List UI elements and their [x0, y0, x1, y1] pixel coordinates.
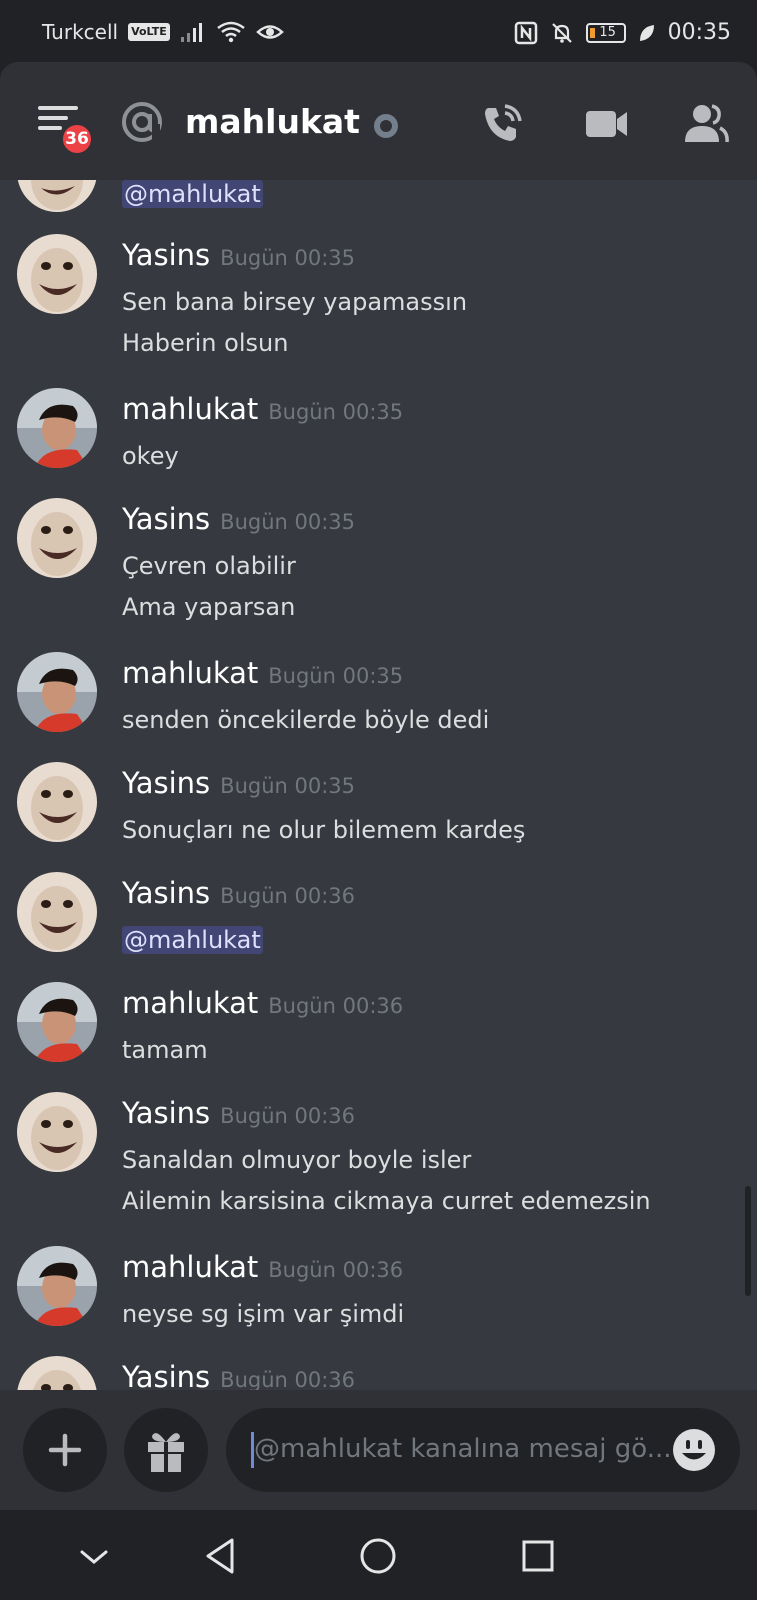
- message-author[interactable]: mahlukat Bugün 00:35: [122, 656, 403, 690]
- status-idle-icon: [374, 114, 398, 138]
- message-author[interactable]: Yasins Bugün 00:35: [122, 502, 355, 536]
- plus-icon: [48, 1433, 82, 1467]
- video-call-icon[interactable]: [582, 100, 630, 148]
- emoji-icon[interactable]: [672, 1428, 716, 1472]
- gift-icon: [148, 1433, 184, 1472]
- carrier-label: Turkcell: [42, 20, 119, 44]
- status-clock: 00:35: [667, 20, 731, 45]
- signal-icon: [180, 23, 202, 42]
- channel-title: mahlukat: [185, 102, 360, 141]
- battery-indicator: 15: [585, 22, 626, 43]
- message-author[interactable]: Yasins Bugün 00:36: [122, 1360, 355, 1390]
- message-timestamp: Bugün 00:36: [220, 1104, 356, 1128]
- message-line: Ama yaparsan: [122, 593, 296, 621]
- message-line: @mahlukat: [122, 180, 263, 208]
- status-bar: Turkcell VoLTE 15 00:35: [0, 0, 757, 64]
- avatar-yasins[interactable]: [17, 180, 97, 212]
- members-icon[interactable]: [682, 100, 730, 148]
- message-timestamp: Bugün 00:35: [268, 400, 404, 424]
- mention-chip[interactable]: @mahlukat: [122, 926, 263, 954]
- message-line: Sen bana birsey yapamassın: [122, 288, 468, 316]
- message-author[interactable]: mahlukat Bugün 00:35: [122, 392, 403, 426]
- message-line: @mahlukat: [122, 926, 263, 954]
- menu-icon-bar: [38, 116, 68, 120]
- avatar-mahlukat[interactable]: [17, 1246, 97, 1326]
- message-author[interactable]: Yasins Bugün 00:35: [122, 238, 355, 272]
- message-line: neyse sg işim var şimdi: [122, 1300, 405, 1328]
- volte-badge: VoLTE: [128, 23, 170, 41]
- avatar-mahlukat[interactable]: [17, 652, 97, 732]
- message-timestamp: Bugün 00:36: [220, 1368, 356, 1390]
- message-list[interactable]: @mahlukat Yasins Bugün 00:35 Sen bana bir…: [0, 180, 757, 1390]
- scrollbar[interactable]: [745, 1186, 751, 1296]
- message-author[interactable]: Yasins Bugün 00:36: [122, 1096, 355, 1130]
- message-line: okey: [122, 442, 179, 470]
- message-timestamp: Bugün 00:35: [220, 774, 356, 798]
- home-icon[interactable]: [354, 1532, 402, 1580]
- add-attachment-button[interactable]: [23, 1408, 107, 1492]
- message-timestamp: Bugün 00:36: [268, 1258, 404, 1282]
- avatar-yasins[interactable]: [17, 498, 97, 578]
- eye-icon: [255, 25, 284, 39]
- back-icon[interactable]: [198, 1532, 246, 1580]
- message-timestamp: Bugün 00:36: [268, 994, 404, 1018]
- avatar-mahlukat[interactable]: [17, 388, 97, 468]
- message-line: Haberin olsun: [122, 329, 289, 357]
- message-composer: @mahlukat kanalına mesaj gö...: [0, 1390, 757, 1510]
- message-line: Sanaldan olmuyor boyle isler: [122, 1146, 472, 1174]
- message-input-placeholder: @mahlukat kanalına mesaj gö...: [254, 1434, 672, 1464]
- mention-chip[interactable]: @mahlukat: [122, 180, 263, 208]
- message-timestamp: Bugün 00:35: [220, 246, 356, 270]
- message-line: tamam: [122, 1036, 208, 1064]
- avatar-yasins[interactable]: [17, 762, 97, 842]
- message-timestamp: Bugün 00:35: [268, 664, 404, 688]
- message-line: senden öncekilerde böyle dedi: [122, 706, 490, 734]
- menu-icon: [38, 106, 78, 110]
- at-icon: [122, 102, 162, 142]
- menu-icon-bar: [38, 126, 62, 130]
- message-author[interactable]: Yasins Bugün 00:36: [122, 876, 355, 910]
- avatar-mahlukat[interactable]: [17, 982, 97, 1062]
- message-line: Sonuçları ne olur bilemem kardeş: [122, 816, 526, 844]
- gift-button[interactable]: [124, 1408, 208, 1492]
- message-author[interactable]: mahlukat Bugün 00:36: [122, 986, 403, 1020]
- avatar-yasins[interactable]: [17, 1356, 97, 1390]
- system-nav-bar: [0, 1510, 757, 1600]
- message-timestamp: Bugün 00:35: [220, 510, 356, 534]
- message-timestamp: Bugün 00:36: [220, 884, 356, 908]
- leaf-icon: [639, 24, 654, 41]
- avatar-yasins[interactable]: [17, 1092, 97, 1172]
- chevron-down-icon[interactable]: [70, 1532, 118, 1580]
- avatar-yasins[interactable]: [17, 234, 97, 314]
- message-input[interactable]: @mahlukat kanalına mesaj gö...: [226, 1408, 740, 1492]
- channel-header: 36 mahlukat: [0, 62, 757, 180]
- message-author[interactable]: mahlukat Bugün 00:36: [122, 1250, 403, 1284]
- wifi-icon: [217, 21, 245, 43]
- message-line: Ailemin karsisina cikmaya curret edemezs…: [122, 1187, 651, 1215]
- message-author[interactable]: Yasins Bugün 00:35: [122, 766, 355, 800]
- voice-call-icon[interactable]: [478, 100, 526, 148]
- nfc-icon: [514, 21, 537, 44]
- app-screen: Turkcell VoLTE 15 00:35 36 mahlukat @mah…: [0, 0, 757, 1600]
- recents-icon[interactable]: [514, 1532, 562, 1580]
- avatar-yasins[interactable]: [17, 872, 97, 952]
- unread-badge: 36: [60, 122, 94, 156]
- mute-bell-icon: [551, 22, 572, 43]
- message-line: Çevren olabilir: [122, 552, 296, 580]
